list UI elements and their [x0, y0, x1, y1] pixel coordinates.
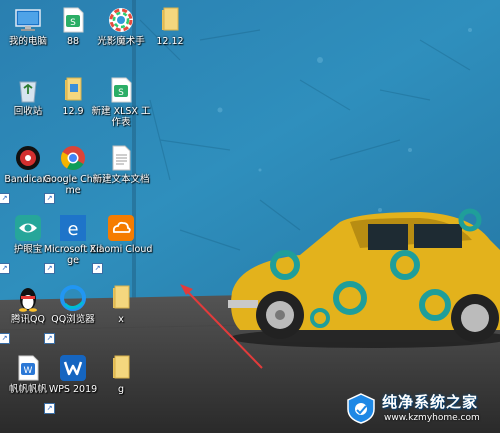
watermark-title: 纯净系统之家	[382, 393, 479, 411]
desktop-icon-guangying[interactable]: 光影魔术手	[95, 2, 147, 64]
folder-icon	[162, 7, 179, 31]
desktop-icon-88[interactable]: S 88	[47, 2, 99, 64]
edge-icon: e	[60, 215, 86, 241]
icon-label: 新建 XLSX 工作表	[91, 106, 151, 128]
folder-icon	[113, 355, 130, 379]
desktop-icon-qq-browser[interactable]: ↗ QQ浏览器	[44, 280, 99, 344]
icon-label: 12.12	[156, 36, 184, 47]
desktop-icon-wps-2019[interactable]: ↗ WPS 2019	[44, 350, 99, 414]
icon-label: Xiaomi Cloud	[89, 244, 153, 255]
bandicam-icon	[16, 146, 40, 170]
eye-protect-icon	[15, 215, 41, 241]
word-document-icon: W	[18, 355, 39, 381]
svg-text:W: W	[24, 366, 33, 376]
desktop-icon-12-12[interactable]: 12.12	[144, 2, 196, 64]
icon-label: g	[117, 384, 125, 395]
svg-text:S: S	[118, 88, 124, 98]
icon-label: x	[118, 314, 124, 325]
photo-aperture-icon	[109, 8, 133, 32]
shortcut-arrow-icon: ↗	[92, 263, 103, 274]
folder-icon	[65, 77, 82, 101]
watermark: 纯净系统之家 www.kzmyhome.com	[344, 389, 494, 429]
desktop-icon-new-text-doc[interactable]: 新建文本文档	[92, 140, 150, 202]
desktop-icon-g[interactable]: g	[95, 350, 147, 412]
wps-icon	[60, 355, 86, 381]
xiaomi-cloud-icon	[108, 215, 134, 241]
qq-penguin-icon	[19, 288, 37, 312]
shortcut-arrow-icon: ↗	[0, 263, 10, 274]
desktop-icon-xiaomi-cloud[interactable]: ↗ Xiaomi Cloud	[90, 210, 152, 274]
computer-icon	[15, 9, 41, 31]
shortcut-arrow-icon: ↗	[44, 403, 55, 414]
desktop-icon-x[interactable]: x	[95, 280, 147, 342]
wps-sheet-icon: S	[63, 7, 84, 33]
chrome-icon	[60, 146, 85, 171]
shortcut-arrow-icon: ↗	[0, 333, 10, 344]
wps-sheet-icon: S	[111, 77, 132, 103]
watermark-logo-icon	[347, 393, 375, 424]
svg-text:e: e	[67, 219, 78, 240]
shortcut-arrow-icon: ↗	[44, 333, 55, 344]
watermark-url: www.kzmyhome.com	[384, 413, 480, 423]
desktop-icon-chrome[interactable]: ↗ Google Chrome	[44, 140, 102, 204]
text-document-icon	[112, 145, 131, 171]
folder-icon	[113, 285, 130, 309]
svg-text:S: S	[70, 18, 76, 28]
icon-label: 新建文本文档	[92, 174, 150, 185]
recycle-bin-icon	[19, 81, 37, 103]
desktop-icon-new-xlsx[interactable]: S 新建 XLSX 工作表	[92, 72, 150, 134]
qq-browser-icon	[60, 285, 86, 311]
shortcut-arrow-icon: ↗	[0, 193, 10, 204]
desktop[interactable]: 我的电脑 S 88 光影魔术手 12.12 回收站 12.9 S 新建 XLSX…	[0, 0, 500, 433]
